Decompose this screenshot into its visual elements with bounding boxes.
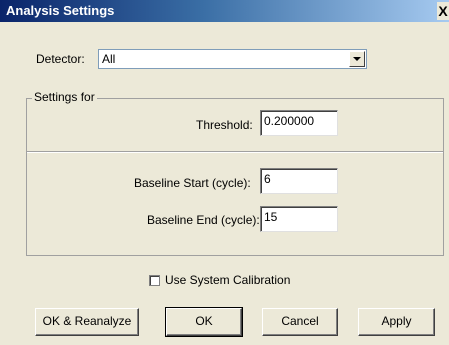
title-bar: Analysis Settings X	[0, 0, 449, 22]
use-system-calibration-checkbox[interactable]	[149, 275, 160, 286]
ok-reanalyze-button[interactable]: OK & Reanalyze	[35, 308, 139, 336]
window-title: Analysis Settings	[6, 3, 115, 18]
baseline-end-value: 15	[264, 210, 278, 224]
detector-dropdown[interactable]: All	[98, 49, 367, 69]
threshold-input[interactable]: 0.200000	[260, 110, 338, 136]
apply-button[interactable]: Apply	[358, 308, 435, 336]
baseline-start-input[interactable]: 6	[260, 168, 338, 194]
baseline-start-label: Baseline Start (cycle):	[134, 176, 251, 190]
dropdown-button[interactable]	[349, 51, 365, 67]
threshold-label: Threshold:	[196, 118, 253, 132]
chevron-down-icon	[353, 57, 361, 61]
ok-button[interactable]: OK	[165, 307, 243, 337]
settings-group-caption: Settings for	[32, 90, 97, 104]
use-system-calibration-label: Use System Calibration	[165, 273, 291, 287]
baseline-start-value: 6	[264, 172, 271, 186]
detector-label: Detector:	[36, 52, 85, 66]
detector-value: All	[102, 52, 116, 66]
section-divider	[27, 151, 443, 153]
close-icon[interactable]: X	[437, 2, 449, 20]
baseline-end-label: Baseline End (cycle):	[147, 213, 260, 227]
baseline-end-input[interactable]: 15	[260, 206, 338, 232]
cancel-button[interactable]: Cancel	[262, 308, 338, 336]
threshold-value: 0.200000	[264, 114, 315, 128]
